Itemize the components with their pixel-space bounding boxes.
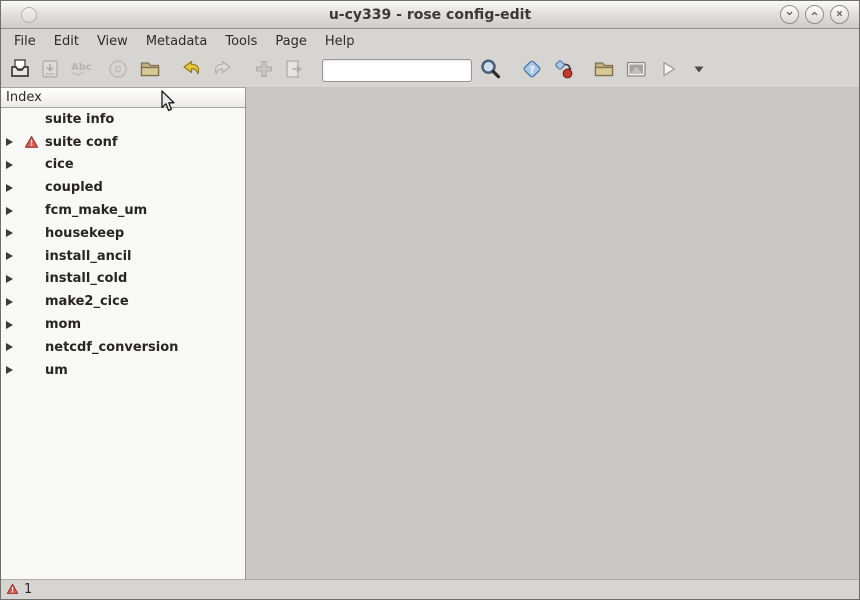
status-warning-icon[interactable] <box>6 580 19 599</box>
output-button[interactable] <box>622 56 650 84</box>
tree-item-make2_cice[interactable]: make2_cice <box>1 290 245 313</box>
expander-icon[interactable] <box>1 138 17 146</box>
warning-icon <box>17 135 45 149</box>
expander-icon[interactable] <box>1 298 17 306</box>
find-icon <box>478 57 502 84</box>
window-menu-button[interactable] <box>21 7 37 23</box>
chevron-up-icon <box>808 5 821 24</box>
tree-item-suite-info[interactable]: suite info <box>1 108 245 131</box>
validate-button[interactable]: ? <box>518 56 546 84</box>
maximize-button[interactable] <box>805 5 824 24</box>
tree-item-label: fcm_make_um <box>45 203 147 218</box>
play-button[interactable] <box>654 56 682 84</box>
tree-item-label: cice <box>45 157 74 172</box>
transform-button[interactable] <box>550 56 578 84</box>
menubar: FileEditViewMetadataToolsPageHelp <box>1 29 859 53</box>
titlebar[interactable]: u-cy339 - rose config-edit <box>1 1 859 29</box>
app-window: u-cy339 - rose config-edit FileEditViewM… <box>0 0 860 600</box>
menu-tools[interactable]: Tools <box>216 31 266 52</box>
tree-item-netcdf_conversion[interactable]: netcdf_conversion <box>1 336 245 359</box>
menu-view[interactable]: View <box>88 31 137 52</box>
expander-icon[interactable] <box>1 366 17 374</box>
index-column-header[interactable]: Index <box>1 87 245 108</box>
tree-item-label: install_cold <box>45 271 127 286</box>
export-icon <box>282 57 306 84</box>
expander-icon[interactable] <box>1 207 17 215</box>
tree-item-cice[interactable]: cice <box>1 154 245 177</box>
tree-item-housekeep[interactable]: housekeep <box>1 222 245 245</box>
undo-icon <box>180 57 204 84</box>
svg-text:?: ? <box>529 64 535 75</box>
tree-item-suite-conf[interactable]: suite conf <box>1 131 245 154</box>
svg-text:Abc: Abc <box>71 62 92 73</box>
tree-item-fcm_make_um[interactable]: fcm_make_um <box>1 199 245 222</box>
tree-item-install_cold[interactable]: install_cold <box>1 268 245 291</box>
tree-item-mom[interactable]: mom <box>1 313 245 336</box>
index-header-label: Index <box>6 90 42 105</box>
tree-item-label: um <box>45 363 68 378</box>
redo-icon <box>210 57 234 84</box>
tree-item-label: suite conf <box>45 135 118 150</box>
close-button[interactable] <box>830 5 849 24</box>
add-icon <box>252 57 276 84</box>
statusbar: 1 <box>1 579 859 599</box>
validate-icon: ? <box>520 57 544 84</box>
folder2-icon <box>592 57 616 84</box>
transform-icon <box>552 57 576 84</box>
folder2-button[interactable] <box>590 56 618 84</box>
expander-icon[interactable] <box>1 161 17 169</box>
add-button[interactable] <box>250 56 278 84</box>
tree-item-label: install_ancil <box>45 249 132 264</box>
tree-item-label: coupled <box>45 180 103 195</box>
play-icon <box>656 57 680 84</box>
tree-item-label: mom <box>45 317 81 332</box>
menu-help[interactable]: Help <box>316 31 364 52</box>
find-button[interactable] <box>476 56 504 84</box>
menu-metadata[interactable]: Metadata <box>137 31 217 52</box>
folder-icon <box>138 57 162 84</box>
export-button[interactable] <box>280 56 308 84</box>
save-button[interactable] <box>36 56 64 84</box>
menu-file[interactable]: File <box>5 31 45 52</box>
tree-item-label: make2_cice <box>45 294 129 309</box>
spellcheck-button[interactable]: Abc <box>66 56 94 84</box>
main-pane <box>246 87 859 579</box>
tree-item-coupled[interactable]: coupled <box>1 176 245 199</box>
expander-icon[interactable] <box>1 184 17 192</box>
search-input[interactable] <box>322 59 472 82</box>
expander-icon[interactable] <box>1 343 17 351</box>
tree-item-label: suite info <box>45 112 114 127</box>
spellcheck-icon: Abc <box>68 57 92 84</box>
open-icon <box>8 57 32 84</box>
shade-button[interactable] <box>780 5 799 24</box>
toolbar: Abc? <box>1 53 859 87</box>
folder-button[interactable] <box>136 56 164 84</box>
open-button[interactable] <box>6 56 34 84</box>
menu-edit[interactable]: Edit <box>45 31 88 52</box>
expander-icon[interactable] <box>1 252 17 260</box>
expander-icon[interactable] <box>1 321 17 329</box>
output-icon <box>624 57 648 84</box>
tree-item-label: housekeep <box>45 226 124 241</box>
disc-button[interactable] <box>104 56 132 84</box>
sidebar-panel: Index suite info suite conf cice coupled fcm… <box>1 87 246 579</box>
window-title: u-cy339 - rose config-edit <box>1 7 859 23</box>
close-x-icon <box>833 5 846 24</box>
chevron-down-icon <box>783 5 796 24</box>
window-controls <box>780 5 849 24</box>
tree-item-install_ancil[interactable]: install_ancil <box>1 245 245 268</box>
redo-button[interactable] <box>208 56 236 84</box>
disc-icon <box>106 57 130 84</box>
undo-button[interactable] <box>178 56 206 84</box>
dropdown-icon <box>687 57 711 84</box>
config-tree: suite info suite conf cice coupled fcm_make_… <box>1 108 245 579</box>
menu-page[interactable]: Page <box>266 31 315 52</box>
expander-icon[interactable] <box>1 275 17 283</box>
tree-item-um[interactable]: um <box>1 359 245 382</box>
tree-item-label: netcdf_conversion <box>45 340 178 355</box>
save-icon <box>38 57 62 84</box>
status-warning-count: 1 <box>24 582 32 597</box>
expander-icon[interactable] <box>1 229 17 237</box>
dropdown-button[interactable] <box>690 56 708 84</box>
